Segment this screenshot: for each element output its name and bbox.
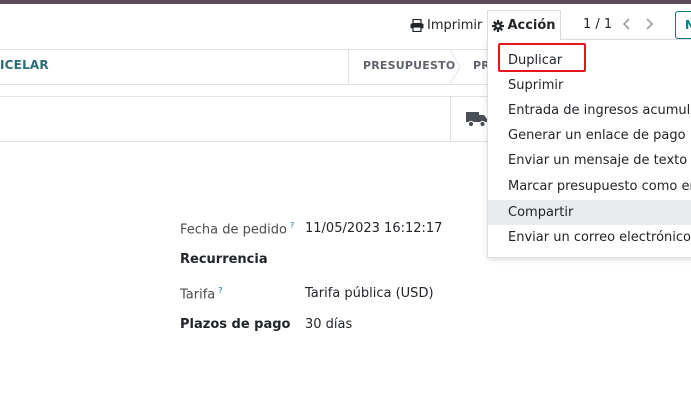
new-button[interactable]: N	[675, 11, 691, 39]
help-tooltip-icon[interactable]: ?	[218, 286, 222, 295]
pricelist-label: Tarifa?	[180, 286, 223, 303]
menu-item-mark-sent[interactable]: Marcar presupuesto como enviado	[488, 174, 691, 199]
chevron-left-icon[interactable]	[620, 16, 634, 32]
print-button[interactable]: Imprimir	[410, 14, 482, 36]
order-date-value[interactable]: 11/05/2023 16:12:17	[305, 221, 442, 236]
recurrence-label: Recurrencia	[180, 252, 268, 267]
cancel-button[interactable]: ICELAR	[0, 58, 49, 72]
button-box-divider	[450, 97, 451, 141]
menu-item-payment-link[interactable]: Generar un enlace de pago	[488, 123, 691, 148]
truck-icon[interactable]	[466, 110, 488, 128]
menu-item-delete[interactable]: Suprimir	[488, 73, 691, 98]
payment-terms-label: Plazos de pago	[180, 317, 291, 332]
menu-item-share[interactable]: Compartir	[488, 200, 691, 225]
print-label: Imprimir	[427, 17, 483, 33]
pager-value[interactable]: 1 / 1	[583, 17, 612, 32]
gear-icon	[492, 19, 505, 32]
order-date-label: Fecha de pedido?	[180, 221, 295, 238]
menu-item-send-email[interactable]: Enviar un correo electrónico de	[488, 225, 691, 250]
stage-quotation[interactable]: PRESUPUESTO	[363, 59, 455, 72]
help-tooltip-icon[interactable]: ?	[290, 221, 294, 230]
chevron-right-icon[interactable]	[642, 16, 656, 32]
stage-divider	[348, 50, 349, 84]
action-label: Acción	[507, 18, 556, 33]
printer-icon	[410, 18, 424, 32]
top-navbar-strip	[0, 0, 691, 4]
stage-arrow-divider	[449, 50, 461, 84]
pricelist-value[interactable]: Tarifa pública (USD)	[305, 286, 434, 301]
payment-terms-value[interactable]: 30 días	[305, 317, 352, 332]
menu-item-accrued-revenue[interactable]: Entrada de ingresos acumulados	[488, 98, 691, 123]
highlight-annotation-box	[498, 43, 586, 72]
action-button[interactable]: Acción	[487, 10, 561, 40]
menu-item-send-sms[interactable]: Enviar un mensaje de texto SMS	[488, 148, 691, 173]
